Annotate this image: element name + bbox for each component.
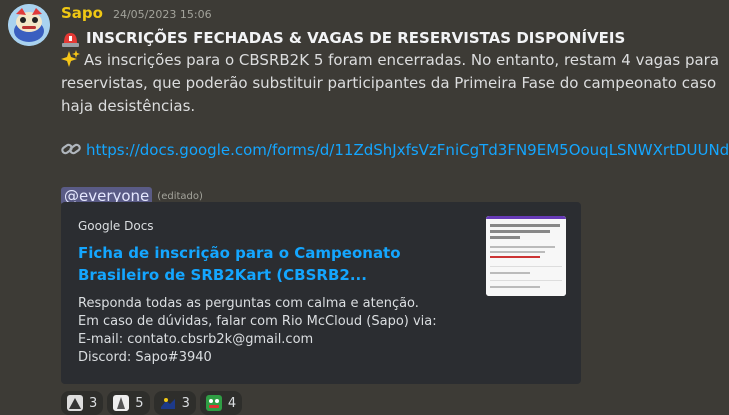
link-embed: Google Docs Ficha de inscrição para o Ca… xyxy=(61,202,581,384)
avatar[interactable] xyxy=(8,4,50,46)
embed-title[interactable]: Ficha de inscrição para o Campeonato Bra… xyxy=(78,242,453,286)
reaction-count: 3 xyxy=(89,395,98,411)
embed-description: Responda todas as perguntas com calma e … xyxy=(78,295,468,367)
body-text: As inscrições para o CBSRB2K 5 foram enc… xyxy=(61,51,720,115)
embed-thumbnail[interactable] xyxy=(486,216,566,296)
reaction-count: 3 xyxy=(181,395,190,411)
embed-desc-line: Discord: Sapo#3940 xyxy=(78,350,212,365)
message-body: As inscrições para o CBSRB2K 5 foram enc… xyxy=(61,49,721,118)
message-header: Sapo 24/05/2023 15:06 xyxy=(61,4,721,26)
form-link[interactable]: https://docs.google.com/forms/d/11ZdShJx… xyxy=(86,141,729,159)
custom-emoji-4-icon xyxy=(205,395,222,411)
title-text: INSCRIÇÕES FECHADAS & VAGAS DE RESERVIST… xyxy=(86,29,626,47)
siren-icon xyxy=(61,30,80,47)
reaction-button[interactable]: 3 xyxy=(61,391,104,415)
edited-label: (editado) xyxy=(157,190,203,202)
custom-emoji-3-icon xyxy=(160,395,176,411)
message-title: INSCRIÇÕES FECHADAS & VAGAS DE RESERVIST… xyxy=(61,27,721,49)
reaction-count: 5 xyxy=(135,395,144,411)
embed-desc-line: Em caso de dúvidas, falar com Rio McClou… xyxy=(78,314,437,329)
reactions-bar: 3 5 3 4 xyxy=(61,391,243,415)
reaction-count: 4 xyxy=(227,395,237,411)
reaction-button[interactable]: 3 xyxy=(153,391,196,415)
sparkles-icon xyxy=(61,50,80,67)
reaction-button[interactable]: 4 xyxy=(199,391,243,415)
link-line: https://docs.google.com/forms/d/11ZdShJx… xyxy=(61,140,729,163)
embed-provider[interactable]: Google Docs xyxy=(78,219,154,233)
timestamp: 24/05/2023 15:06 xyxy=(112,8,212,21)
message-content: Sapo 24/05/2023 15:06 INSCRIÇÕES FECHADA… xyxy=(61,4,729,415)
custom-emoji-2-icon xyxy=(113,395,130,411)
custom-emoji-1-icon xyxy=(67,395,83,411)
embed-desc-line: Responda todas as perguntas com calma e … xyxy=(78,296,419,311)
reaction-button[interactable]: 5 xyxy=(107,391,150,415)
embed-desc-line: E-mail: contato.cbsrb2k@gmail.com xyxy=(78,332,314,347)
link-icon xyxy=(61,140,81,158)
username[interactable]: Sapo xyxy=(61,4,103,22)
